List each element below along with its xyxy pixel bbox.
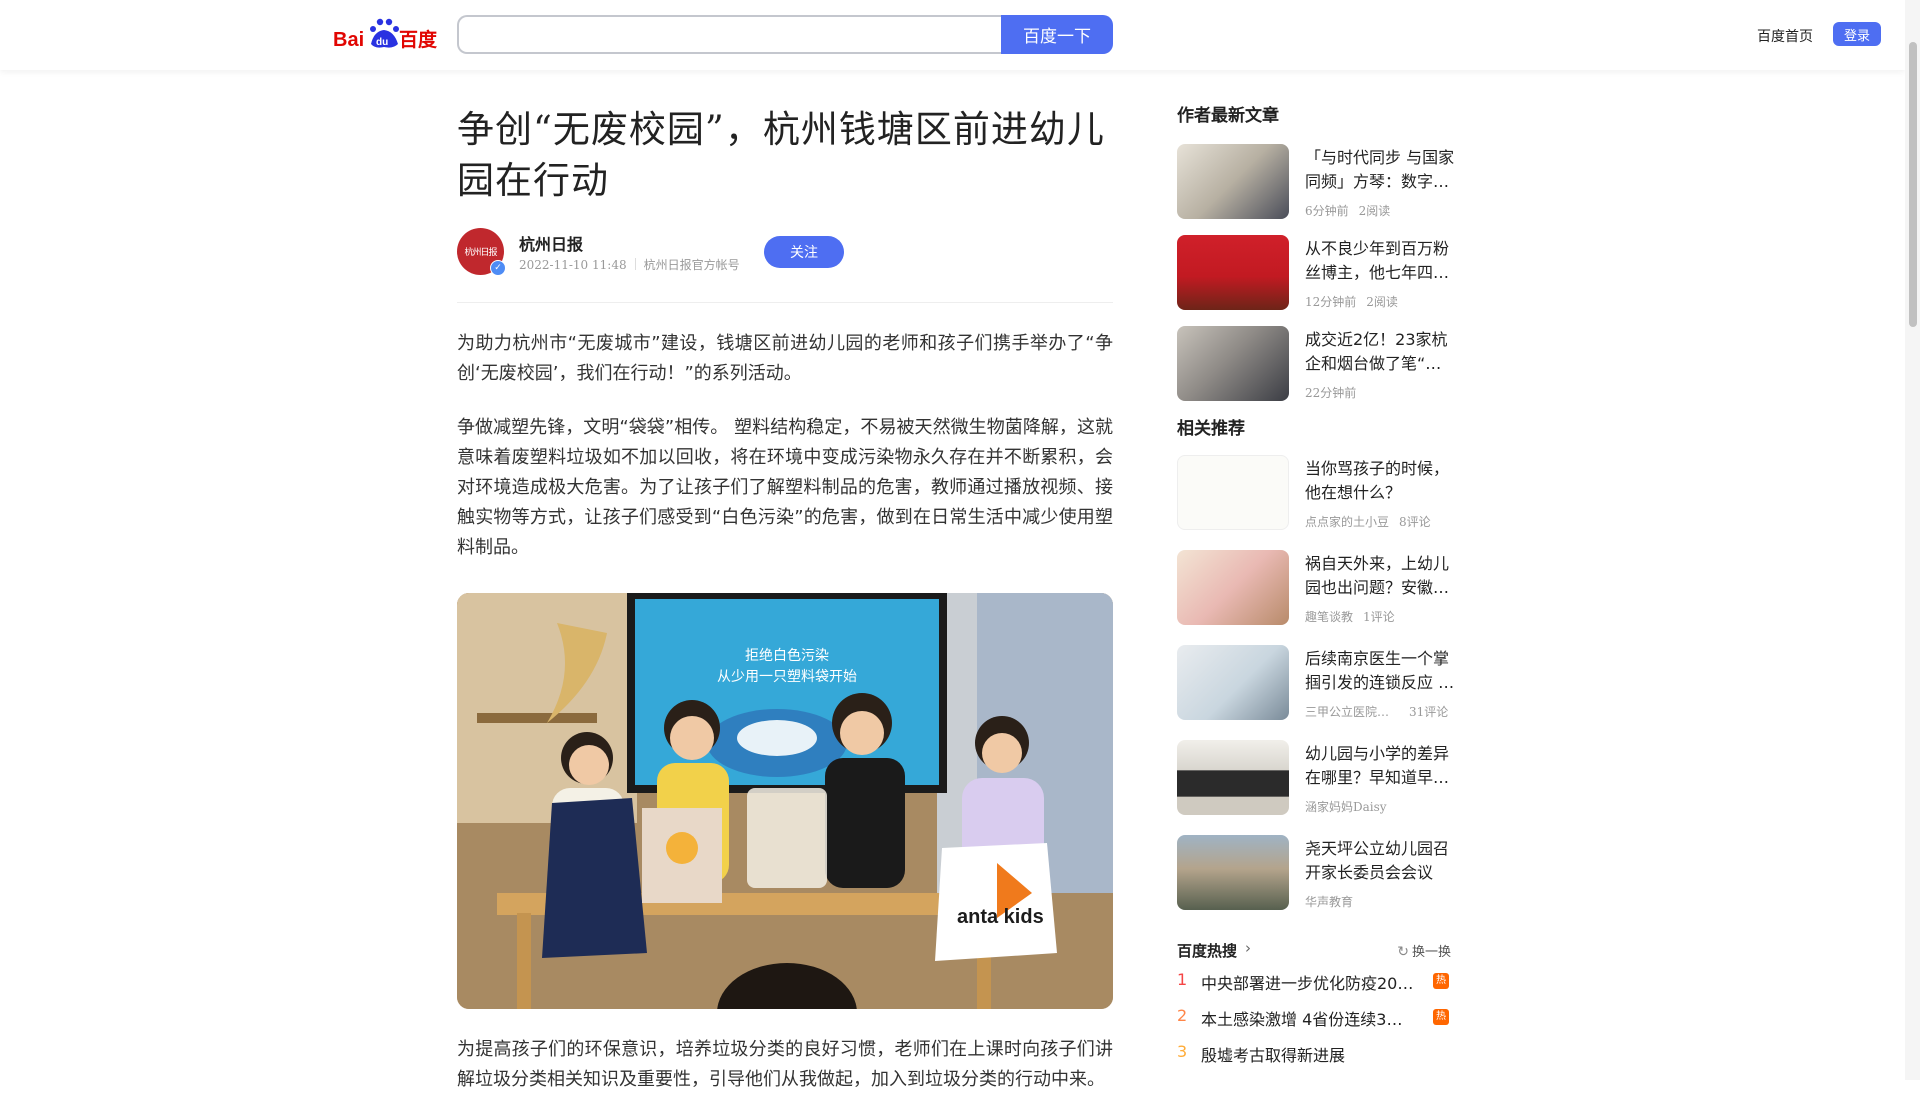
related-meta: 涵家妈妈Daisy [1305, 798, 1397, 815]
related-meta: 三甲公立医院医生 31评论 [1305, 703, 1448, 720]
search-input[interactable] [457, 15, 1003, 54]
related-source[interactable]: 华声教育 [1305, 895, 1353, 909]
publish-date: 2022-11-10 11:48 [519, 258, 627, 272]
article-meta: 12分钟前 2阅读 [1305, 293, 1398, 310]
latest-articles-heading: 作者最新文章 [1177, 106, 1279, 126]
related-thumbnail[interactable] [1177, 740, 1289, 815]
article-thumbnail[interactable] [1177, 326, 1289, 401]
article-thumbnail[interactable] [1177, 144, 1289, 219]
baidu-logo[interactable]: Bai du 百度 [333, 16, 439, 52]
screen-text-line2: 从少用一只塑料袋开始 [717, 669, 857, 685]
related-title-link[interactable]: 尧天坪公立幼儿园召开家长委员会会议 [1305, 837, 1455, 885]
chevron-right-icon[interactable]: › [1245, 939, 1251, 957]
related-thumbnail[interactable] [1177, 550, 1289, 625]
hot-search-item[interactable]: 2 本土感染激增 4省份连续3天超千例 热 [1177, 1000, 1457, 1036]
avatar-logo-text: 杭州日报 [464, 248, 497, 258]
svg-text:百度: 百度 [399, 28, 438, 51]
article-title-link[interactable]: 从不良少年到百万粉丝博主，他七年四次登上银幕 [1305, 237, 1455, 285]
refresh-label: 换一换 [1411, 945, 1451, 960]
hot-search-title[interactable]: 百度热搜 [1177, 940, 1237, 961]
author-name[interactable]: 杭州日报 [519, 231, 583, 255]
article-title-link[interactable]: 「与时代同步 与国家同频」方琴：数字化转型的服装“好管家” [1305, 146, 1455, 194]
related-comments: 8评论 [1399, 515, 1431, 529]
article-title-link[interactable]: 成交近2亿！23家杭企和烟台做了笔“大生意” [1305, 328, 1455, 376]
follow-button[interactable]: 关注 [764, 236, 844, 268]
article-thumbnail[interactable] [1177, 235, 1289, 310]
author-account: 杭州日报官方帐号 [643, 258, 740, 272]
related-thumbnail[interactable] [1177, 455, 1289, 530]
related-thumbnail[interactable] [1177, 645, 1289, 720]
sidebar: 作者最新文章 「与时代同步 与国家同频」方琴：数字化转型的服装“好管家” 6分钟… [1177, 104, 1457, 1072]
article-meta: 22分钟前 [1305, 384, 1366, 401]
article-paragraph: 为助力杭州市“无废城市”建设，钱塘区前进幼儿园的老师和孩子们携手举办了“争创‘无… [457, 333, 1113, 384]
article-time: 22分钟前 [1305, 386, 1357, 400]
related-item[interactable]: 幼儿园与小学的差异在哪里？早知道早准备 涵家妈妈Daisy [1177, 740, 1457, 835]
refresh-icon: ↻ [1397, 944, 1409, 960]
article-paragraph: 为提高孩子们的环保意识，培养垃圾分类的良好习惯，老师们在上课时向孩子们讲解垃圾分… [457, 1039, 1113, 1090]
related-source[interactable]: 点点家的土小豆 [1305, 515, 1389, 529]
bag-brand-text: anta kids [957, 906, 1044, 928]
article-time: 12分钟前 [1305, 295, 1357, 309]
article-paragraph: 争做减塑先锋，文明“袋袋”相传。 塑料结构稳定，不易被天然微生物菌降解，这就意味… [457, 417, 1113, 558]
latest-article-item[interactable]: 从不良少年到百万粉丝博主，他七年四次登上银幕 12分钟前 2阅读 [1177, 235, 1457, 326]
related-item[interactable]: 尧天坪公立幼儿园召开家长委员会会议 华声教育 [1177, 835, 1457, 930]
article-photo[interactable]: 拒绝白色污染 从少用一只塑料袋开始 anta kids [457, 593, 1113, 1009]
related-title-link[interactable]: 当你骂孩子的时候，他在想什么？ [1305, 457, 1455, 505]
hot-search-link[interactable]: 本土感染激增 4省份连续3天超千例 [1201, 1006, 1416, 1030]
baidu-home-link[interactable]: 百度首页 [1757, 26, 1813, 46]
login-button[interactable]: 登录 [1833, 22, 1881, 46]
hot-badge: 热 [1433, 973, 1449, 989]
hot-search-item[interactable]: 3 殷墟考古取得新进展 [1177, 1036, 1457, 1072]
related-source[interactable]: 三甲公立医院医生 [1305, 703, 1399, 720]
article-title: 争创“无废校园”，杭州钱塘区前进幼儿园在行动 [457, 108, 1105, 202]
hot-badge: 热 [1433, 1009, 1449, 1025]
hot-rank: 1 [1177, 970, 1188, 989]
related-thumbnail[interactable] [1177, 835, 1289, 910]
hot-search-link[interactable]: 中央部署进一步优化防疫20条措施 [1201, 970, 1416, 994]
related-item[interactable]: 祸自天外来，上幼儿园也出问题？安徽一幼儿园发生意外 趣笔谈教 1评论 [1177, 550, 1457, 645]
related-item[interactable]: 当你骂孩子的时候，他在想什么？ 点点家的土小豆 8评论 [1177, 455, 1457, 550]
author-meta: 2022-11-10 11:48 杭州日报官方帐号 [519, 256, 740, 273]
svg-text:Bai: Bai [333, 29, 364, 51]
hot-rank: 3 [1177, 1042, 1188, 1061]
related-meta: 点点家的土小豆 8评论 [1305, 513, 1431, 530]
hot-rank: 2 [1177, 1006, 1188, 1025]
article-reads: 2阅读 [1366, 295, 1398, 309]
related-title-link[interactable]: 幼儿园与小学的差异在哪里？早知道早准备 [1305, 742, 1455, 790]
related-title-link[interactable]: 后续南京医生一个掌掴引发的连锁反应 医院回应 [1305, 647, 1455, 695]
page-scrollbar[interactable] [1905, 0, 1920, 1080]
related-meta: 趣笔谈教 1评论 [1305, 608, 1395, 625]
article-meta: 6分钟前 2阅读 [1305, 202, 1390, 219]
hot-search-header: 百度热搜 › ↻ 换一换 [1177, 938, 1457, 964]
related-source[interactable]: 趣笔谈教 [1305, 610, 1353, 624]
article-time: 6分钟前 [1305, 204, 1349, 218]
article: 争创“无废校园”，杭州钱塘区前进幼儿园在行动 杭州日报 ✓ 杭州日报 2022-… [457, 104, 1113, 1095]
meta-divider [634, 258, 636, 270]
related-heading: 相关推荐 [1177, 419, 1245, 439]
related-comments: 31评论 [1409, 705, 1449, 719]
top-header: Bai du 百度 百度一下 百度首页 登录 [0, 0, 1905, 70]
search-button[interactable]: 百度一下 [1001, 15, 1113, 54]
scrollbar-thumb[interactable] [1909, 42, 1917, 327]
related-item[interactable]: 后续南京医生一个掌掴引发的连锁反应 医院回应 三甲公立医院医生 31评论 [1177, 645, 1457, 740]
hot-search-item[interactable]: 1 中央部署进一步优化防疫20条措施 热 [1177, 964, 1457, 1000]
hot-search-link[interactable]: 殷墟考古取得新进展 [1201, 1042, 1416, 1066]
svg-text:du: du [376, 37, 388, 48]
author-bar: 杭州日报 ✓ 杭州日报 2022-11-10 11:48 杭州日报官方帐号 关注 [457, 228, 1113, 303]
screen-text-line1: 拒绝白色污染 [745, 647, 829, 664]
article-reads: 2阅读 [1358, 204, 1391, 218]
related-comments: 1评论 [1363, 610, 1395, 624]
verified-icon: ✓ [490, 260, 506, 276]
related-meta: 华声教育 [1305, 893, 1363, 910]
refresh-button[interactable]: ↻ 换一换 [1397, 941, 1451, 960]
latest-article-item[interactable]: 成交近2亿！23家杭企和烟台做了笔“大生意” 22分钟前 [1177, 326, 1457, 417]
related-title-link[interactable]: 祸自天外来，上幼儿园也出问题？安徽一幼儿园发生意外 [1305, 552, 1455, 600]
related-source[interactable]: 涵家妈妈Daisy [1305, 800, 1387, 814]
latest-article-item[interactable]: 「与时代同步 与国家同频」方琴：数字化转型的服装“好管家” 6分钟前 2阅读 [1177, 144, 1457, 235]
